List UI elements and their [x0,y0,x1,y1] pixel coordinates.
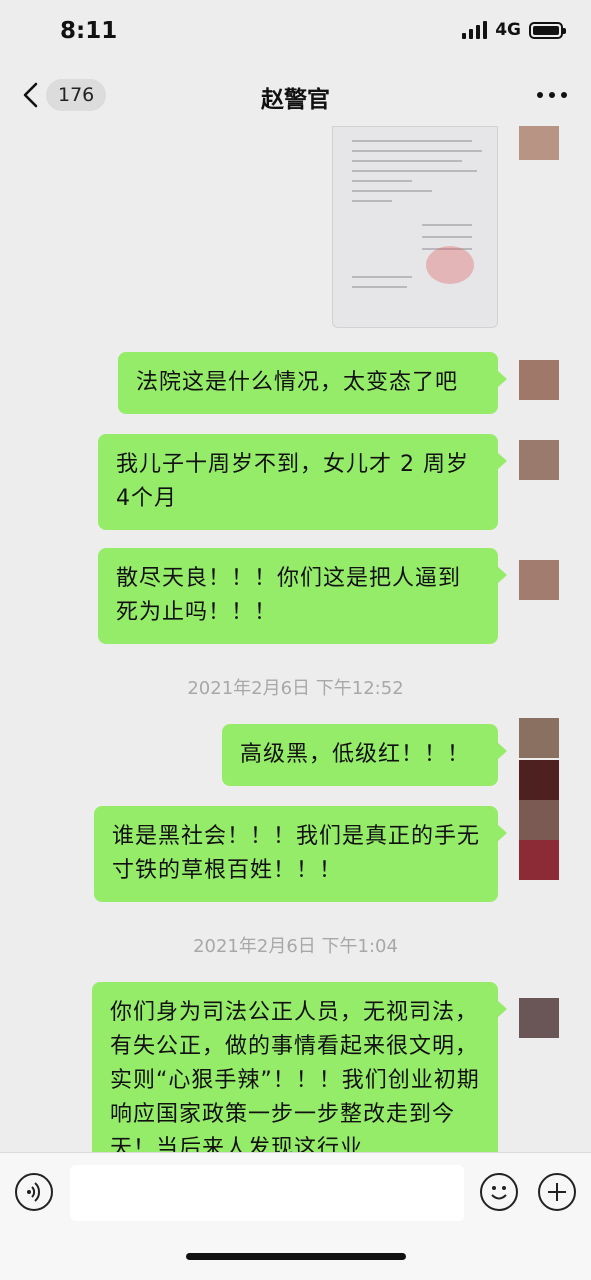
message-list[interactable]: 法院这是什么情况，太变态了吧 我儿子十周岁不到，女儿才 2 周岁 4个月 散尽天… [0,126,591,1152]
home-indicator[interactable] [186,1253,406,1260]
avatar[interactable] [519,360,559,400]
signal-icon [462,21,488,39]
avatar[interactable] [519,718,559,758]
chat-title: 赵警官 [261,87,330,113]
message-input[interactable] [70,1165,464,1221]
status-indicators: 4G [462,20,566,40]
avatar[interactable] [519,998,559,1038]
voice-icon[interactable] [15,1173,53,1211]
message-bubble[interactable]: 法院这是什么情况，太变态了吧 [118,352,507,414]
avatar[interactable] [519,440,559,480]
plus-icon[interactable] [538,1173,576,1211]
chat-screen: 8:11 4G 176 赵警官 法院这是什么情况，太变态了吧 我儿子十周岁不到，… [0,0,591,1280]
message-bubble[interactable]: 我儿子十周岁不到，女儿才 2 周岁 4个月 [98,434,507,530]
image-message[interactable] [332,126,498,328]
avatar[interactable] [519,840,559,880]
message-bubble[interactable]: 散尽天良！！！你们这是把人逼到死为止吗！！！ [98,548,507,644]
message-bubble[interactable]: 谁是黑社会！！！我们是真正的手无寸铁的草根百姓！！！ [94,806,507,902]
battery-icon [529,21,566,39]
input-bar [0,1152,591,1280]
status-time: 8:11 [60,18,118,44]
emoji-icon[interactable] [480,1173,518,1211]
network-label: 4G [495,20,521,40]
status-bar: 8:11 4G [0,0,591,64]
more-dots-icon[interactable] [537,86,567,104]
avatar[interactable] [519,760,559,800]
timestamp: 2021年2月6日 下午12:52 [187,678,404,699]
avatar[interactable] [519,800,559,840]
timestamp: 2021年2月6日 下午1:04 [193,936,398,957]
avatar[interactable] [519,126,559,160]
message-bubble[interactable]: 你们身为司法公正人员，无视司法，有失公正，做的事情看起来很文明，实则“心狠手辣”… [92,982,507,1152]
nav-bar: 176 赵警官 [0,64,591,126]
message-bubble[interactable]: 高级黑，低级红！！！ [222,724,507,786]
avatar[interactable] [519,560,559,600]
